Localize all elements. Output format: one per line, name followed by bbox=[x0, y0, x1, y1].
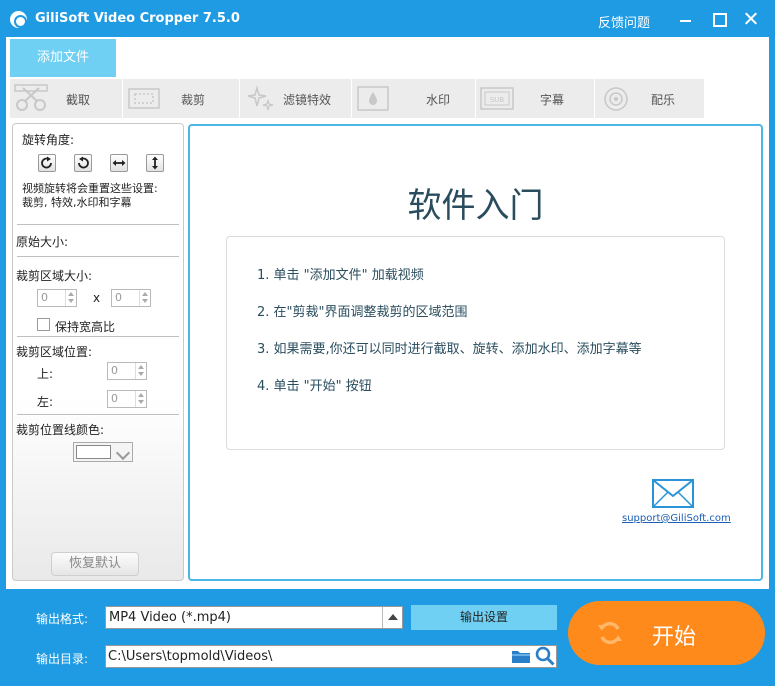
crop-settings-panel: 旋转角度: 视频旋转将会重置这些设置: 裁剪, 特效,水印和字幕 原始大小: 裁… bbox=[12, 123, 184, 581]
top-offset-input[interactable]: 0 bbox=[107, 362, 147, 380]
mail-icon[interactable] bbox=[652, 479, 694, 508]
keep-aspect-ratio-label: 保持宽高比 bbox=[55, 320, 116, 334]
feature-tab-strip: 截取 裁剪 滤镜特效 水印 SUB 字幕 配乐 bbox=[10, 79, 704, 118]
line-color-label: 裁剪位置线颜色: bbox=[16, 423, 105, 437]
flip-horizontal-button[interactable] bbox=[110, 154, 128, 172]
subtitle-icon: SUB bbox=[480, 87, 514, 110]
step-2: 2. 在"剪裁"界面调整裁剪的区域范围 bbox=[257, 305, 468, 320]
tab-label-subtitle: 字幕 bbox=[540, 93, 565, 107]
support-email-link[interactable]: support@GiliSoft.com bbox=[622, 513, 731, 524]
crop-width-input[interactable]: 0 bbox=[37, 289, 77, 307]
keep-aspect-ratio-checkbox[interactable] bbox=[37, 318, 50, 331]
step-3: 3. 如果需要,你还可以同时进行截取、旋转、添加水印、添加字幕等 bbox=[257, 342, 642, 357]
close-icon[interactable] bbox=[740, 8, 762, 30]
divider bbox=[17, 414, 179, 415]
divider bbox=[17, 336, 179, 337]
start-label: 开始 bbox=[652, 625, 697, 650]
left-offset-input[interactable]: 0 bbox=[107, 390, 147, 408]
convert-refresh-icon bbox=[598, 621, 622, 645]
crop-position-label: 裁剪区域位置: bbox=[16, 345, 93, 359]
film-cut-icon bbox=[14, 84, 48, 111]
output-format-select[interactable]: MP4 Video (*.mp4) bbox=[105, 606, 403, 629]
divider bbox=[17, 224, 179, 225]
main-area: 添加文件 截取 裁剪 滤镜特效 水印 SUB 字幕 配乐 旋转角度: 视频旋转将… bbox=[6, 37, 769, 589]
line-color-swatch bbox=[76, 445, 111, 459]
crop-height-input[interactable]: 0 bbox=[111, 289, 151, 307]
tab-trim[interactable]: 截取 bbox=[10, 79, 123, 118]
add-file-button[interactable]: 添加文件 bbox=[10, 39, 116, 77]
top-offset-value: 0 bbox=[111, 364, 118, 377]
height-spin-arrows-icon[interactable] bbox=[139, 290, 150, 306]
tab-label-filter-effects: 滤镜特效 bbox=[283, 93, 332, 107]
feedback-link[interactable]: 反馈问题 bbox=[598, 12, 650, 31]
crop-height-value: 0 bbox=[115, 291, 122, 304]
tab-label-music: 配乐 bbox=[651, 93, 676, 107]
search-icon[interactable] bbox=[535, 646, 555, 666]
times-sign: x bbox=[93, 291, 101, 305]
output-directory-label: 输出目录: bbox=[36, 652, 89, 666]
crop-frame-icon bbox=[128, 88, 160, 109]
rotate-label: 旋转角度: bbox=[22, 133, 75, 147]
folder-icon[interactable] bbox=[511, 648, 531, 664]
music-icon bbox=[604, 87, 628, 111]
steps-box: 1. 单击 "添加文件" 加载视频 2. 在"剪裁"界面调整裁剪的区域范围 3.… bbox=[226, 236, 725, 450]
guide-title: 软件入门 bbox=[407, 186, 544, 226]
width-spin-arrows-icon[interactable] bbox=[65, 290, 76, 306]
top-spin-arrows-icon[interactable] bbox=[135, 363, 146, 379]
output-format-value: MP4 Video (*.mp4) bbox=[109, 610, 231, 625]
sparkle-icon bbox=[247, 85, 274, 111]
app-title: GiliSoft Video Cropper 7.5.0 bbox=[35, 11, 240, 26]
rotate-note-line-2: 裁剪, 特效,水印和字幕 bbox=[22, 196, 132, 209]
step-4: 4. 单击 "开始" 按钮 bbox=[257, 379, 372, 394]
tab-music[interactable]: 配乐 bbox=[595, 79, 704, 118]
rotate-ccw-button[interactable] bbox=[74, 154, 92, 172]
tab-filter-effects[interactable]: 滤镜特效 bbox=[240, 79, 352, 118]
divider bbox=[17, 256, 179, 257]
output-settings-button[interactable]: 输出设置 bbox=[411, 605, 557, 630]
crop-width-value: 0 bbox=[41, 291, 48, 304]
tab-watermark[interactable]: 水印 bbox=[352, 79, 476, 118]
maximize-icon[interactable] bbox=[707, 8, 729, 30]
watermark-drop-icon bbox=[357, 86, 389, 111]
line-color-picker[interactable] bbox=[73, 442, 133, 462]
chevron-down-icon[interactable] bbox=[116, 444, 131, 460]
tab-label-crop: 裁剪 bbox=[181, 93, 206, 107]
flip-vertical-button[interactable] bbox=[146, 154, 164, 172]
flip-horizontal-icon bbox=[112, 160, 126, 166]
app-logo-icon bbox=[10, 11, 27, 28]
rotate-cw-button[interactable] bbox=[38, 154, 56, 172]
top-offset-label: 上: bbox=[37, 367, 54, 381]
left-offset-value: 0 bbox=[111, 392, 118, 405]
start-button[interactable]: 开始 bbox=[568, 601, 765, 665]
getting-started-panel: 软件入门 1. 单击 "添加文件" 加载视频 2. 在"剪裁"界面调整裁剪的区域… bbox=[188, 124, 763, 581]
reset-defaults-button[interactable]: 恢复默认 bbox=[51, 552, 139, 576]
output-directory-field[interactable]: C:\Users\topmold\Videos\ bbox=[105, 645, 557, 668]
svg-text:SUB: SUB bbox=[490, 96, 505, 104]
step-1: 1. 单击 "添加文件" 加载视频 bbox=[257, 268, 424, 283]
rotate-counterclockwise-icon bbox=[78, 156, 89, 169]
crop-size-label: 裁剪区域大小: bbox=[16, 269, 93, 283]
title-bar: GiliSoft Video Cropper 7.5.0 反馈问题 bbox=[0, 0, 775, 38]
original-size-label: 原始大小: bbox=[16, 235, 69, 249]
output-format-label: 输出格式: bbox=[36, 612, 89, 626]
tab-subtitle[interactable]: SUB 字幕 bbox=[476, 79, 595, 118]
tab-crop[interactable]: 裁剪 bbox=[123, 79, 240, 118]
dropdown-arrow-icon[interactable] bbox=[382, 607, 402, 628]
left-offset-label: 左: bbox=[37, 395, 54, 409]
tab-label-watermark: 水印 bbox=[426, 93, 451, 107]
output-directory-value: C:\Users\topmold\Videos\ bbox=[108, 649, 273, 664]
left-spin-arrows-icon[interactable] bbox=[135, 391, 146, 407]
rotate-clockwise-icon bbox=[41, 156, 52, 169]
minimize-icon[interactable] bbox=[674, 8, 696, 30]
flip-vertical-icon bbox=[152, 156, 158, 170]
tab-label-trim: 截取 bbox=[66, 93, 91, 107]
